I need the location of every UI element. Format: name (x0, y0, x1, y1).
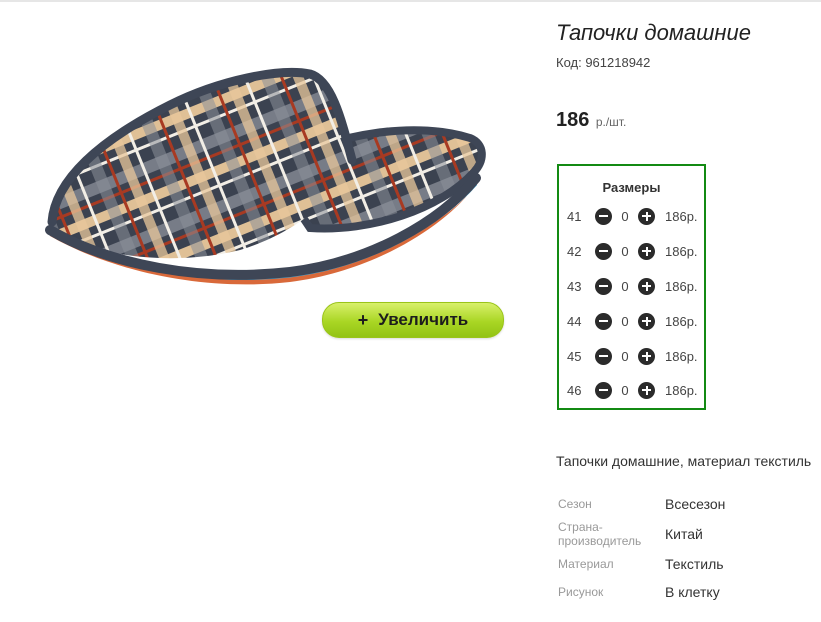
quantity-value: 0 (621, 278, 629, 294)
minus-icon[interactable] (595, 381, 612, 399)
size-label: 46 (567, 382, 582, 398)
sizes-title: Размеры (602, 180, 661, 195)
size-row-46: 46 0 186р. (567, 380, 698, 400)
attribute-value-season: Всесезон (665, 496, 726, 512)
size-price: 186р. (665, 243, 698, 259)
plus-icon[interactable] (638, 277, 655, 295)
plus-icon[interactable] (638, 381, 655, 399)
quantity-value: 0 (621, 382, 629, 398)
minus-icon[interactable] (595, 207, 612, 225)
quantity-value: 0 (621, 208, 629, 224)
size-label: 45 (567, 348, 582, 364)
size-row-42: 42 0 186р. (567, 241, 698, 261)
quantity-value: 0 (621, 243, 629, 259)
size-price: 186р. (665, 382, 698, 398)
size-price: 186р. (665, 313, 698, 329)
size-row-41: 41 0 186р. (567, 206, 698, 226)
plus-icon[interactable] (638, 207, 655, 225)
attribute-label-country: Страна-производитель (558, 520, 642, 548)
plus-icon: + (357, 309, 369, 330)
size-label: 41 (567, 208, 582, 224)
price-unit: р./шт. (595, 115, 627, 129)
product-description: Тапочки домашние, материал текстиль (556, 453, 812, 469)
size-row-44: 44 0 186р. (567, 311, 698, 331)
attribute-value-country: Китай (665, 526, 703, 542)
attribute-label-season: Сезон (558, 497, 592, 511)
size-label: 42 (567, 243, 582, 259)
plus-icon[interactable] (638, 242, 655, 260)
plus-icon[interactable] (638, 347, 655, 365)
attribute-label-material: Материал (558, 557, 614, 571)
quantity-value: 0 (621, 313, 629, 329)
size-label: 44 (567, 313, 582, 329)
attribute-label-pattern: Рисунок (558, 585, 604, 599)
product-code: Код: 961218942 (556, 55, 651, 70)
top-divider (0, 0, 821, 2)
quantity-value: 0 (621, 348, 629, 364)
size-row-45: 45 0 186р. (567, 346, 698, 366)
sizes-panel: Размеры 41 0 186р. 42 0 186р. 43 0 186р.… (557, 164, 706, 410)
minus-icon[interactable] (595, 312, 612, 330)
product-image[interactable] (40, 60, 490, 310)
product-price: 186 р./шт. (556, 109, 626, 132)
price-value: 186 (556, 109, 590, 131)
product-title: Тапочки домашние (556, 20, 751, 45)
minus-icon[interactable] (595, 242, 612, 260)
minus-icon[interactable] (595, 277, 612, 295)
size-price: 186р. (665, 208, 698, 224)
size-price: 186р. (665, 278, 698, 294)
zoom-button-label: Увеличить (378, 310, 469, 329)
minus-icon[interactable] (595, 347, 612, 365)
attribute-value-pattern: В клетку (665, 584, 720, 600)
plus-icon[interactable] (638, 312, 655, 330)
attribute-value-material: Текстиль (665, 556, 724, 572)
size-price: 186р. (665, 348, 698, 364)
size-label: 43 (567, 278, 582, 294)
zoom-button[interactable]: + Увеличить (322, 302, 504, 338)
size-row-43: 43 0 186р. (567, 276, 698, 296)
